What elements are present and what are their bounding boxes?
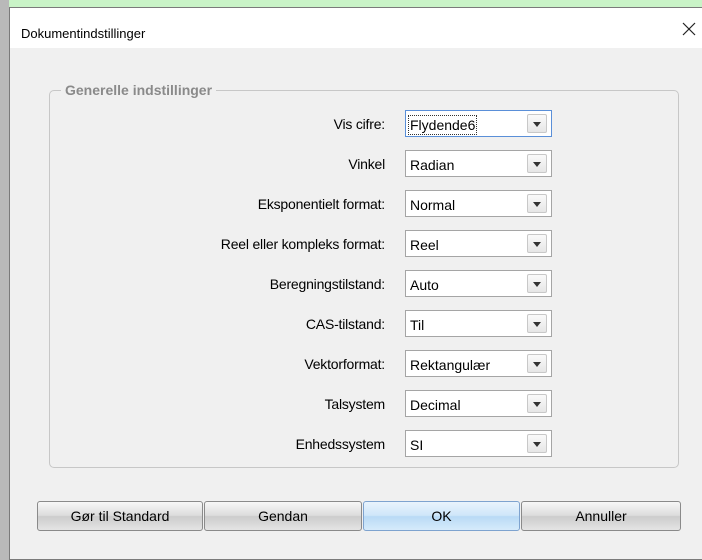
calculation-mode-label: Beregningstilstand: <box>269 276 385 292</box>
dropdown-arrow-icon[interactable] <box>527 434 547 453</box>
unit-system-select[interactable]: SI <box>405 430 552 457</box>
unit-system-label: Enhedssystem <box>295 436 386 452</box>
number-system-value: Decimal <box>410 397 461 413</box>
dropdown-arrow-icon[interactable] <box>527 234 547 253</box>
dialog-title: Dokumentindstillinger <box>21 26 146 41</box>
angle-label: Vinkel <box>348 156 385 172</box>
dropdown-arrow-icon[interactable] <box>527 274 547 293</box>
real-complex-value: Reel <box>410 237 439 253</box>
setting-row-real-complex: Reel eller kompleks format: Reel <box>10 230 702 257</box>
general-settings-title: Generelle indstillinger <box>61 82 217 98</box>
dropdown-arrow-icon[interactable] <box>527 394 547 413</box>
angle-value: Radian <box>410 157 455 173</box>
background-window-edge <box>0 0 9 560</box>
display-digits-value: Flydende6 <box>407 115 478 135</box>
dropdown-arrow-icon[interactable] <box>527 114 547 133</box>
make-default-button[interactable]: Gør til Standard <box>37 501 203 531</box>
cas-mode-value: Til <box>410 317 425 333</box>
setting-row-display-digits: Vis cifre: Flydende6 <box>10 110 702 137</box>
unit-system-value: SI <box>410 437 424 453</box>
angle-select[interactable]: Radian <box>405 150 552 177</box>
setting-row-unit-system: Enhedssystem SI <box>10 430 702 457</box>
exponential-format-value: Normal <box>410 197 456 213</box>
setting-row-number-system: Talsystem Decimal <box>10 390 702 417</box>
ok-button[interactable]: OK <box>363 501 520 531</box>
dropdown-arrow-icon[interactable] <box>527 154 547 173</box>
real-complex-label: Reel eller kompleks format: <box>220 236 385 252</box>
vector-format-value: Rektangulær <box>410 357 491 373</box>
vector-format-label: Vektorformat: <box>304 356 385 372</box>
calculation-mode-select[interactable]: Auto <box>405 270 552 297</box>
setting-row-exponential-format: Eksponentielt format: Normal <box>10 190 702 217</box>
close-button[interactable] <box>678 18 700 40</box>
dropdown-arrow-icon[interactable] <box>527 194 547 213</box>
document-settings-dialog: Dokumentindstillinger Generelle indstill… <box>9 7 702 560</box>
cancel-button[interactable]: Annuller <box>521 501 681 531</box>
setting-row-vector-format: Vektorformat: Rektangulær <box>10 350 702 377</box>
cas-mode-select[interactable]: Til <box>405 310 552 337</box>
close-icon <box>682 22 696 36</box>
vector-format-select[interactable]: Rektangulær <box>405 350 552 377</box>
restore-button[interactable]: Gendan <box>204 501 362 531</box>
dropdown-arrow-icon[interactable] <box>527 354 547 373</box>
display-digits-select[interactable]: Flydende6 <box>405 110 552 137</box>
dropdown-arrow-icon[interactable] <box>527 314 547 333</box>
calculation-mode-value: Auto <box>410 277 439 293</box>
setting-row-calculation-mode: Beregningstilstand: Auto <box>10 270 702 297</box>
title-bar: Dokumentindstillinger <box>10 8 702 48</box>
cas-mode-label: CAS-tilstand: <box>305 316 385 332</box>
number-system-select[interactable]: Decimal <box>405 390 552 417</box>
exponential-format-select[interactable]: Normal <box>405 190 552 217</box>
exponential-format-label: Eksponentielt format: <box>257 196 386 212</box>
setting-row-angle: Vinkel Radian <box>10 150 702 177</box>
real-complex-select[interactable]: Reel <box>405 230 552 257</box>
setting-row-cas-mode: CAS-tilstand: Til <box>10 310 702 337</box>
number-system-label: Talsystem <box>324 396 386 412</box>
display-digits-label: Vis cifre: <box>333 116 386 132</box>
